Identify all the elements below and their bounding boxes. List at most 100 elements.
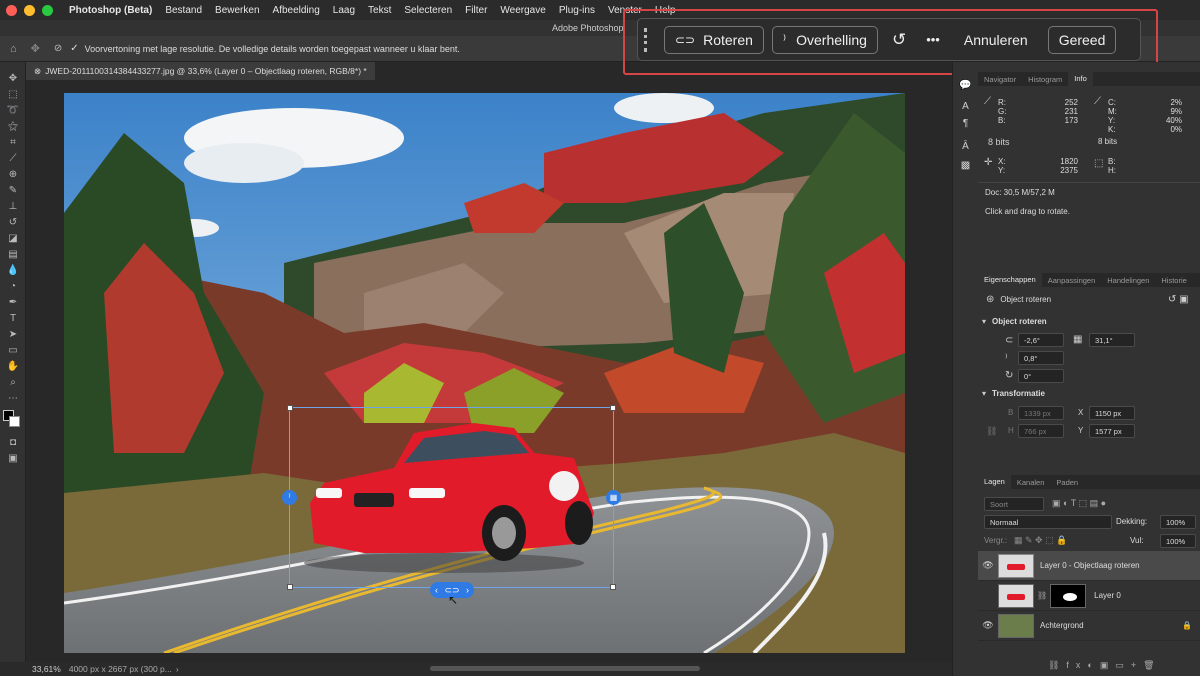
glyphs-icon[interactable]: Ā [953,141,978,152]
done-button[interactable]: Gereed [1047,25,1117,54]
stamp-tool-icon[interactable]: ⊥ [0,198,26,214]
visibility-eye-icon[interactable]: 👁 [978,620,998,631]
zoom-level[interactable]: 33,61% [32,664,61,674]
chevron-right-icon[interactable]: › [176,664,179,674]
screen-mode-icon[interactable]: ▣ [0,450,26,466]
color-swatches[interactable] [0,406,25,434]
horizontal-scrollbar[interactable] [430,666,700,671]
tilt-field[interactable]: 0,8° [1018,351,1064,365]
tab-layers[interactable]: Lagen [978,475,1011,489]
tab-paths[interactable]: Paden [1050,478,1084,487]
menu-selecteren[interactable]: Selecteren [404,5,452,16]
close-tab-icon[interactable]: ⊗ [34,66,41,77]
section-transform[interactable]: ▾ Transformatie [982,389,1045,398]
tab-navigator[interactable]: Navigator [978,75,1022,84]
handle-top-left[interactable] [287,405,293,411]
layer-row[interactable]: 👁 Layer 0 - Objectlaag roteren [978,551,1200,581]
background-color-swatch[interactable] [9,416,20,427]
layer-row[interactable]: ⛓ Layer 0 [978,581,1200,611]
layer-filter-icons[interactable]: ▣ ◐ T ⬚ ▤ ● [1052,498,1106,509]
layer-mask-thumbnail[interactable] [1050,583,1087,608]
move-tool-icon[interactable]: ✥ [31,42,40,55]
transform-bounding-box[interactable]: ⁾ ▦ ‹ ⊂⊃ › [282,405,621,598]
more-tools-icon[interactable]: ⋯ [0,390,26,406]
tab-properties[interactable]: Eigenschappen [978,273,1042,287]
hand-tool-icon[interactable]: ✋ [0,358,26,374]
menu-afbeelding[interactable]: Afbeelding [273,5,320,16]
blend-mode-select[interactable]: Normaal [984,515,1112,529]
shape-tool-icon[interactable]: ▭ [0,342,26,358]
menu-weergave[interactable]: Weergave [500,5,545,16]
document-tab[interactable]: ⊗ JWED-2011100314384433277.jpg @ 33,6% (… [26,62,375,80]
healing-brush-tool-icon[interactable]: ⊕ [0,166,26,182]
zoom-window-button[interactable] [42,4,53,16]
tab-histogram[interactable]: Histogram [1022,75,1068,84]
opacity-field[interactable]: 100% [1160,515,1196,529]
tilt-button[interactable]: ⁾ Overhelling [771,25,878,54]
fill-field[interactable]: 100% [1160,534,1196,548]
x-field[interactable]: 1150 px [1089,406,1135,420]
rotate-field[interactable]: -2,6° [1018,333,1064,347]
gradient-tool-icon[interactable]: ▤ [0,246,26,262]
paragraph-icon[interactable]: ¶ [953,118,978,129]
close-window-button[interactable] [6,4,17,16]
menu-bestand[interactable]: Bestand [165,5,202,16]
handle-top-right[interactable] [610,405,616,411]
reset-icon[interactable]: ↺ [892,30,906,50]
eyedropper-tool-icon[interactable]: ⟋ [0,150,26,166]
blur-tool-icon[interactable]: 💧 [0,262,26,278]
crop-tool-icon[interactable]: ⌗ [0,134,26,150]
cancel-icon[interactable]: ⊘ [54,43,62,54]
magic-wand-tool-icon[interactable]: ⚝ [0,118,26,134]
menu-app[interactable]: Photoshop (Beta) [69,5,152,16]
layer-name[interactable]: Layer 0 - Objectlaag roteren [1040,561,1140,570]
more-options-button[interactable]: ••• [926,32,940,47]
handle-bottom-right[interactable] [610,584,616,590]
mask-link-icon[interactable]: ⛓ [1037,591,1047,600]
move-tool-icon[interactable]: ✥ [0,70,26,86]
tab-channels[interactable]: Kanalen [1011,478,1051,487]
menu-bewerken[interactable]: Bewerken [215,5,259,16]
quick-mask-icon[interactable]: ◘ [0,434,26,450]
drag-grip-icon[interactable] [644,27,649,52]
menu-filter[interactable]: Filter [465,5,487,16]
home-icon[interactable]: ⌂ [10,43,17,55]
tab-info[interactable]: Info [1068,72,1093,86]
type-tool-icon[interactable]: T [0,310,26,326]
menu-laag[interactable]: Laag [333,5,355,16]
dodge-tool-icon[interactable]: ◔ [0,278,26,294]
tilt-handle-icon[interactable]: ⁾ [282,490,297,505]
path-selection-tool-icon[interactable]: ➤ [0,326,26,342]
handle-bottom-left[interactable] [287,584,293,590]
menu-tekst[interactable]: Tekst [368,5,391,16]
layers-footer-icons[interactable]: ⛓fx◐▣▭+🗑 [1048,660,1162,671]
layer-name[interactable]: Layer 0 [1094,591,1121,600]
link-icon[interactable]: ⛓ [986,426,997,437]
pen-tool-icon[interactable]: ✒ [0,294,26,310]
tab-adjustments[interactable]: Aanpassingen [1042,276,1102,285]
history-brush-tool-icon[interactable]: ↺ [0,214,26,230]
cancel-button[interactable]: Annuleren [964,32,1028,48]
perspective-field[interactable]: 31,1° [1089,333,1135,347]
tab-actions[interactable]: Handelingen [1101,276,1155,285]
comments-icon[interactable]: 💬 [953,80,978,91]
section-object-rotate[interactable]: ▾ Object roteren [982,317,1047,326]
perspective-handle-icon[interactable]: ▦ [606,490,621,505]
tab-history[interactable]: Historie [1155,276,1192,285]
layer-filter-search[interactable]: Soort [984,497,1044,511]
roll-field[interactable]: 0° [1018,369,1064,383]
layer-row[interactable]: 👁 Achtergrond 🔒 [978,611,1200,641]
zoom-tool-icon[interactable]: ⌕ [0,374,26,390]
visibility-eye-icon[interactable]: 👁 [978,560,998,571]
menu-plugins[interactable]: Plug-ins [559,5,595,16]
minimize-window-button[interactable] [24,4,35,16]
image-icon[interactable]: ▩ [953,160,978,171]
document-size[interactable]: 4000 px x 2667 px (300 p... [69,664,172,674]
lasso-tool-icon[interactable]: ➰ [0,102,26,118]
y-field[interactable]: 1577 px [1089,424,1135,438]
marquee-tool-icon[interactable]: ⬚ [0,86,26,102]
brush-tool-icon[interactable]: ✎ [0,182,26,198]
eraser-tool-icon[interactable]: ◪ [0,230,26,246]
reset-properties-icon[interactable]: ↺ ▣ [1168,294,1189,305]
lock-icons[interactable]: ▦ ✎ ✥ ⬚ 🔒 [1014,535,1067,546]
